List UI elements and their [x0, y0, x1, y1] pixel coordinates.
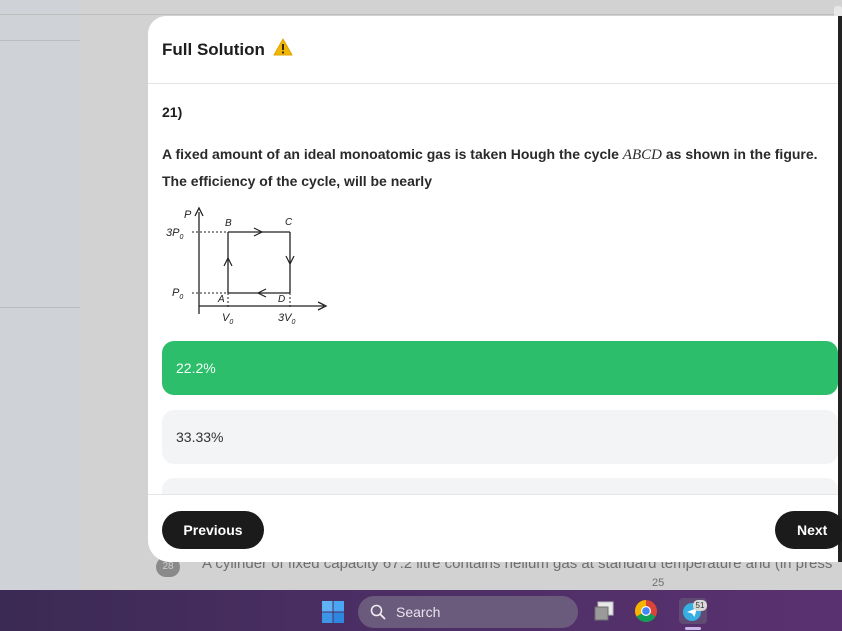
svg-text:A: A [217, 294, 225, 305]
windows-start-icon[interactable] [322, 601, 344, 623]
modal-footer: Previous Next [148, 494, 842, 562]
label-subscript: 0 [229, 319, 233, 326]
background-divider [0, 40, 80, 41]
question-text-part: A fixed amount of an ideal monoatomic ga… [162, 146, 623, 162]
svg-text:P: P [184, 209, 192, 221]
label-p-axis: P [184, 209, 192, 221]
app-window-icon[interactable] [592, 599, 616, 623]
option-correct[interactable]: 22.2% [162, 341, 838, 395]
full-solution-modal: Full Solution 21) A fixed amount of an i… [148, 16, 842, 562]
label-subscript: 0 [179, 294, 183, 301]
cycle-label: ABCD [622, 147, 662, 163]
warning-icon[interactable] [273, 38, 293, 61]
background-sidebar [0, 0, 80, 590]
svg-text:C: C [285, 217, 293, 228]
background-divider [0, 307, 80, 308]
next-button[interactable]: Next [775, 511, 842, 549]
modal-edge [838, 16, 842, 562]
question-number: 21) [162, 104, 183, 120]
svg-text:3P0: 3P0 [166, 227, 183, 241]
modal-title: Full Solution [162, 39, 265, 59]
previous-button[interactable]: Previous [162, 511, 264, 549]
option-label: 22.2% [176, 360, 216, 376]
chrome-icon[interactable] [634, 599, 658, 623]
label-point-d: D [278, 294, 285, 305]
svg-text:B: B [225, 218, 232, 229]
label-point-c: C [285, 217, 293, 228]
svg-text:P0: P0 [172, 287, 183, 301]
search-label: Search [396, 604, 441, 620]
search-icon [370, 604, 386, 620]
option[interactable]: 33.33% [162, 410, 838, 464]
label-3p0: 3P [166, 227, 180, 239]
modal-header: Full Solution [148, 16, 838, 84]
background-sub-number: 25 [652, 577, 665, 589]
taskbar: Search 51 [0, 590, 842, 631]
label-point-a: A [217, 294, 225, 305]
option-label: 33.33% [176, 429, 224, 445]
label-subscript: 0 [291, 319, 295, 326]
question-text: A fixed amount of an ideal monoatomic ga… [162, 141, 822, 194]
label-subscript: 0 [179, 234, 183, 241]
svg-text:D: D [278, 294, 285, 305]
background-divider [0, 14, 842, 15]
taskbar-search[interactable]: Search [358, 596, 578, 628]
label-point-b: B [225, 218, 232, 229]
active-app-indicator [685, 627, 701, 630]
svg-text:3V0: 3V0 [278, 312, 295, 326]
telegram-badge: 51 [693, 600, 707, 611]
svg-text:V0: V0 [222, 312, 233, 326]
pv-diagram: P 3P0 P0 B C A D V0 3V0 [166, 206, 328, 326]
